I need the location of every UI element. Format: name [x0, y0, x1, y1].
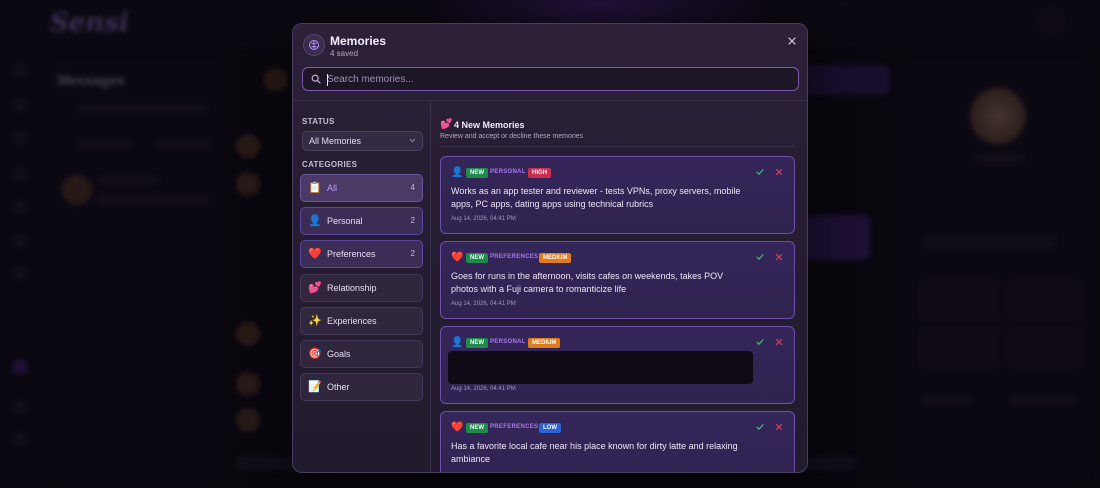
category-goals[interactable]: 🎯 Goals — [300, 340, 423, 368]
two-hearts-icon: 💕 — [308, 281, 322, 294]
memo-icon: 📝 — [308, 380, 322, 393]
header-divider — [293, 100, 807, 101]
decline-button[interactable] — [773, 166, 785, 178]
clipboard-icon: 📋 — [308, 181, 322, 194]
memory-card: 👤 NEW PERSONAL HIGH Works as an app test… — [440, 156, 795, 234]
search-icon — [311, 74, 321, 84]
category-all[interactable]: 📋 All 4 — [300, 174, 423, 202]
close-icon — [788, 37, 796, 45]
memories-modal: Memories 4 saved STATUS All Memories CAT… — [292, 23, 808, 473]
category-label: Other — [327, 382, 350, 392]
new-badge: NEW — [466, 253, 488, 263]
memory-text: Goes for runs in the afternoon, visits c… — [451, 271, 724, 294]
category-preferences[interactable]: ❤️ Preferences 2 — [300, 240, 423, 268]
sparkles-icon: ✨ — [308, 314, 322, 327]
redacted-text — [448, 351, 753, 384]
text-caret — [327, 74, 328, 86]
close-icon — [775, 168, 783, 176]
category-count: 2 — [410, 249, 415, 258]
memory-card: ❤️ NEW PREFERENCES LOW Has a favorite lo… — [440, 411, 795, 472]
new-memories-subtitle: Review and accept or decline these memor… — [440, 133, 584, 140]
check-icon — [756, 169, 764, 176]
category-other[interactable]: 📝 Other — [300, 373, 423, 401]
person-icon: 👤 — [308, 214, 322, 227]
memory-date: Aug 14, 2026, 04:41 PM — [451, 216, 516, 222]
target-icon: 🎯 — [308, 347, 322, 360]
status-label: STATUS — [302, 117, 335, 126]
status-select-value: All Memories — [309, 136, 362, 146]
category-label: All — [327, 183, 338, 193]
category-label: Preferences — [327, 249, 376, 259]
priority-badge: MEDIUM — [528, 338, 561, 348]
check-icon — [756, 424, 764, 431]
decline-button[interactable] — [773, 421, 785, 433]
new-badge: NEW — [466, 338, 488, 348]
search-box — [302, 67, 799, 91]
category-label: Experiences — [327, 316, 377, 326]
sidebar-divider — [430, 101, 431, 472]
memory-card: 👤 NEW PERSONAL MEDIUM Aug 14, 2026, 04:4… — [440, 326, 795, 404]
category-experiences[interactable]: ✨ Experiences — [300, 307, 423, 335]
category-tag: PREFERENCES — [490, 254, 539, 260]
new-memories-title: 4 New Memories — [454, 120, 525, 130]
close-icon — [775, 338, 783, 346]
search-input[interactable] — [327, 70, 787, 88]
status-select[interactable]: All Memories — [302, 131, 423, 151]
category-tag: PERSONAL — [490, 169, 526, 175]
new-badge: NEW — [466, 423, 488, 433]
categories-label: CATEGORIES — [302, 160, 358, 169]
category-count: 2 — [410, 216, 415, 225]
brain-icon — [303, 34, 325, 56]
accept-button[interactable] — [754, 251, 766, 263]
person-icon: 👤 — [451, 337, 464, 348]
check-icon — [756, 254, 764, 261]
heart-icon: ❤️ — [451, 422, 464, 433]
close-button[interactable] — [785, 34, 799, 48]
memory-text: Works as an app tester and reviewer - te… — [451, 186, 741, 209]
category-tag: PERSONAL — [490, 339, 526, 345]
two-hearts-icon: 💕 — [440, 119, 453, 130]
accept-button[interactable] — [754, 421, 766, 433]
new-badge: NEW — [466, 168, 488, 178]
decline-button[interactable] — [773, 336, 785, 348]
decline-button[interactable] — [773, 251, 785, 263]
close-icon — [775, 253, 783, 261]
priority-badge: LOW — [539, 423, 561, 433]
heart-icon: ❤️ — [308, 247, 322, 260]
heart-icon: ❤️ — [451, 252, 464, 263]
category-label: Relationship — [327, 283, 377, 293]
category-tag: PREFERENCES — [490, 424, 539, 430]
memory-card: ❤️ NEW PREFERENCES MEDIUM Goes for runs … — [440, 241, 795, 319]
close-icon — [775, 423, 783, 431]
modal-header: Memories 4 saved — [293, 24, 807, 68]
category-label: Personal — [327, 216, 363, 226]
memory-text: Has a favorite local cafe near his place… — [451, 441, 738, 464]
priority-badge: HIGH — [528, 168, 551, 178]
accept-button[interactable] — [754, 166, 766, 178]
person-icon: 👤 — [451, 167, 464, 178]
chevron-down-icon — [409, 138, 416, 143]
memory-date: Aug 14, 2026, 04:41 PM — [451, 386, 516, 392]
category-personal[interactable]: 👤 Personal 2 — [300, 207, 423, 235]
check-icon — [756, 339, 764, 346]
category-relationship[interactable]: 💕 Relationship — [300, 274, 423, 302]
category-count: 4 — [410, 183, 415, 192]
priority-badge: MEDIUM — [539, 253, 572, 263]
modal-title: Memories — [330, 34, 387, 48]
memory-date: Aug 14, 2026, 04:41 PM — [451, 301, 516, 307]
accept-button[interactable] — [754, 336, 766, 348]
modal-subtitle: 4 saved — [330, 49, 359, 58]
category-label: Goals — [327, 349, 351, 359]
